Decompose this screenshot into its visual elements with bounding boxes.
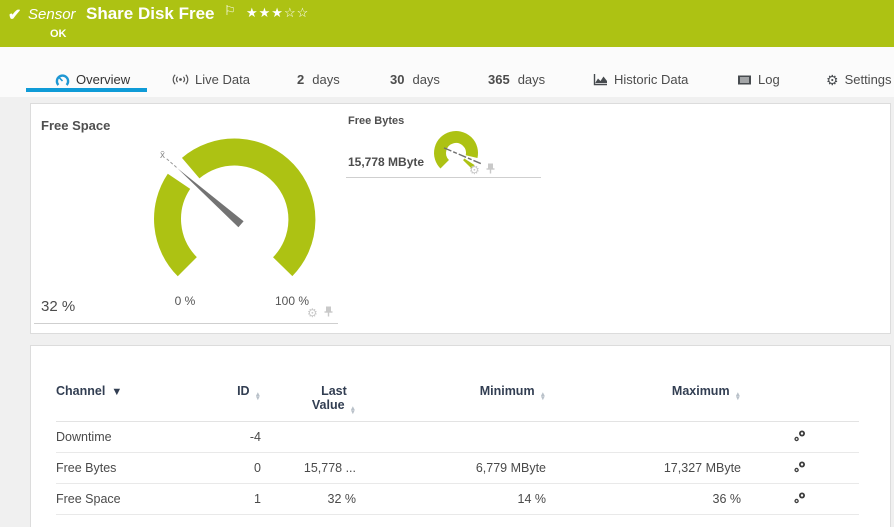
table-row-free-bytes: Free Bytes 0 15,778 ... 6,779 MByte 17,3… (56, 453, 859, 484)
page-title: Share Disk Free (86, 4, 215, 24)
tab-bar: Overview Live Data 2 days 30 days 365 da… (0, 47, 894, 97)
gauge-icon (55, 73, 70, 87)
live-signal-icon (172, 73, 189, 86)
channel-settings-icon[interactable] (793, 491, 807, 508)
header-id[interactable]: ID▲▼ (206, 384, 261, 399)
tab-log[interactable]: Log (737, 72, 780, 87)
free-bytes-value: 15,778 MByte (348, 155, 424, 169)
channel-name: Downtime (56, 430, 206, 444)
header-minimum[interactable]: Minimum▲▼ (356, 384, 546, 399)
tab-live-data[interactable]: Live Data (172, 72, 250, 87)
tab-365-days[interactable]: 365 days (488, 72, 545, 87)
status-check-icon: ✔ (8, 5, 21, 25)
prtg-sensor-page: ✔ Sensor Share Disk Free ⚐ ★★★☆☆ OK Over… (0, 0, 894, 527)
header-last-value[interactable]: Last Value▲▼ (261, 384, 356, 413)
pin-icon[interactable] (324, 304, 333, 322)
free-space-value: 32 % (41, 298, 75, 315)
free-bytes-gauge-title: Free Bytes (348, 115, 404, 127)
channels-panel: Channel▼ ID▲▼ Last Value▲▼ Minimum▲▼ Max… (30, 345, 891, 527)
free-bytes-widget-tools: ⚙ (469, 161, 495, 179)
gear-icon: ⚙ (826, 73, 839, 87)
table-row-downtime: Downtime -4 (56, 422, 859, 453)
sort-arrows-icon: ▲▼ (350, 407, 356, 414)
average-marker: x̄ (160, 150, 165, 161)
status-badge: OK (50, 28, 67, 40)
priority-stars[interactable]: ★★★☆☆ (246, 5, 309, 21)
tab-2-days[interactable]: 2 days (297, 72, 340, 87)
free-space-widget-tools: ⚙ (307, 304, 333, 322)
channel-name: Free Space (56, 492, 206, 506)
header-maximum[interactable]: Maximum▲▼ (546, 384, 741, 399)
channel-id: 1 (206, 492, 261, 506)
channel-settings-icon[interactable] (793, 429, 807, 446)
channel-settings-icon[interactable] (793, 460, 807, 477)
pin-icon[interactable] (486, 161, 495, 179)
widget-gear-icon[interactable]: ⚙ (307, 307, 318, 319)
channel-maximum: 36 % (546, 492, 741, 506)
channel-id: 0 (206, 461, 261, 475)
channel-table-header: Channel▼ ID▲▼ Last Value▲▼ Minimum▲▼ Max… (56, 384, 859, 422)
header-channel[interactable]: Channel▼ (56, 384, 206, 398)
priority-flag-icon[interactable]: ⚐ (224, 3, 236, 19)
channel-name: Free Bytes (56, 461, 206, 475)
sort-arrows-icon: ▲▼ (735, 393, 741, 400)
tab-historic-data[interactable]: Historic Data (593, 72, 688, 87)
tab-settings[interactable]: ⚙ Settings (826, 72, 892, 87)
channel-id: -4 (206, 430, 261, 444)
channel-minimum: 6,779 MByte (356, 461, 546, 475)
widget-divider (34, 323, 338, 324)
sort-arrows-icon: ▲▼ (540, 393, 546, 400)
log-list-icon (737, 74, 752, 86)
sensor-banner: ✔ Sensor Share Disk Free ⚐ ★★★☆☆ OK (0, 0, 894, 47)
channel-last-value: 32 % (261, 492, 356, 506)
channel-minimum: 14 % (356, 492, 546, 506)
tab-overview[interactable]: Overview (55, 72, 130, 87)
tab-30-days[interactable]: 30 days (390, 72, 440, 87)
free-bytes-widget: Free Bytes 15,778 MByte ⚙ (346, 104, 541, 178)
sort-arrows-icon: ▲▼ (255, 393, 261, 400)
free-space-gauge: x̄ (141, 129, 381, 304)
free-space-gauge-title: Free Space (41, 118, 110, 133)
channel-table: Channel▼ ID▲▼ Last Value▲▼ Minimum▲▼ Max… (56, 384, 859, 515)
sensor-kind-label: Sensor (28, 6, 76, 23)
table-row-free-space: Free Space 1 32 % 14 % 36 % (56, 484, 859, 515)
gauge-needle (176, 167, 244, 227)
gauge-scale-min: 0 % (161, 294, 209, 308)
channel-maximum: 17,327 MByte (546, 461, 741, 475)
area-chart-icon (593, 73, 608, 86)
widget-gear-icon[interactable]: ⚙ (469, 164, 480, 176)
sort-caret-icon: ▼ (111, 386, 122, 398)
channel-last-value: 15,778 ... (261, 461, 356, 475)
gauges-panel: Free Space x̄ 0 % 100 % 32 % ⚙ Free By (30, 103, 891, 334)
active-tab-underline (26, 88, 147, 92)
